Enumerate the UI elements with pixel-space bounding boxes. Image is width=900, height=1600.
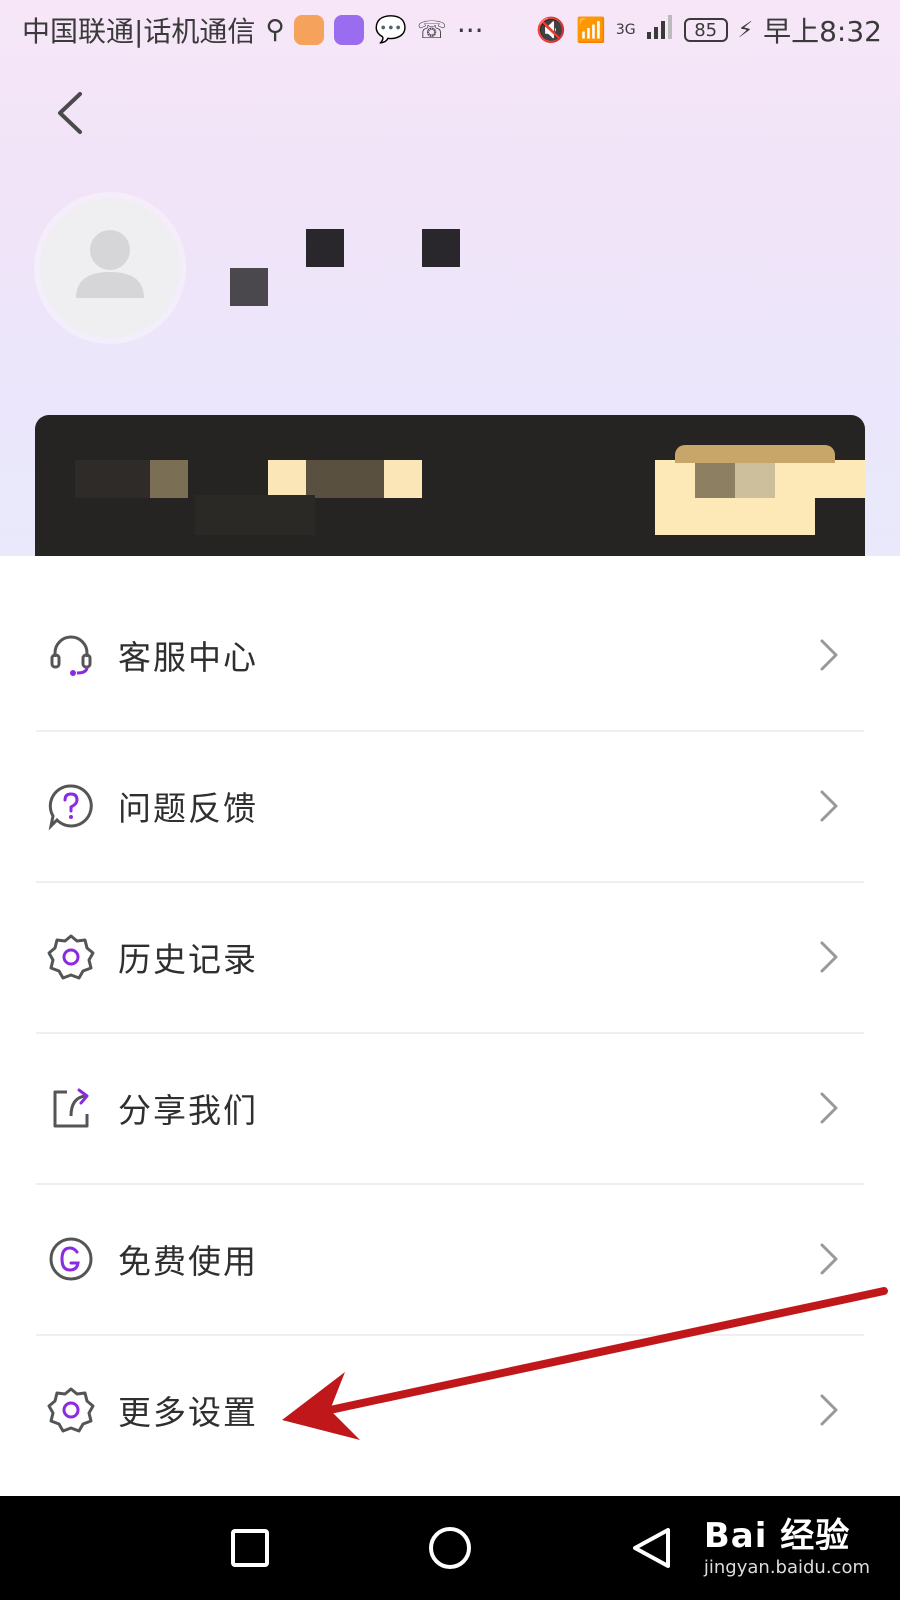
recents-button[interactable] — [230, 1528, 270, 1572]
carrier-text: 中国联通|话机通信 — [22, 15, 256, 48]
watermark-brand: Bai 经验 — [703, 1516, 851, 1556]
chevron-right-icon — [814, 635, 844, 675]
square-icon — [231, 1529, 269, 1567]
share-icon — [46, 1083, 96, 1133]
gear-icon — [46, 932, 96, 982]
menu-item-history[interactable]: 历史记录 — [36, 882, 864, 1032]
menu-item-label: 更多设置 — [118, 1393, 258, 1432]
menu-item-share[interactable]: 分享我们 — [36, 1033, 864, 1183]
gear-icon — [46, 1385, 96, 1435]
charging-icon: ⚡ — [737, 17, 754, 43]
chevron-right-icon — [814, 786, 844, 826]
message-icon: 💬 — [374, 15, 407, 45]
battery-level: 85 — [694, 19, 718, 41]
menu-item-more-settings[interactable]: 更多设置 — [36, 1335, 864, 1485]
signal-icon — [646, 14, 674, 47]
default-user-icon — [76, 230, 144, 298]
baidu-jingyan-watermark: Bai 经验 jingyan.baidu.com — [704, 1508, 870, 1578]
menu-item-label: 历史记录 — [118, 940, 258, 979]
video-app-icon — [294, 15, 325, 45]
more-icon: ··· — [456, 13, 484, 47]
home-button[interactable] — [428, 1526, 472, 1574]
missed-call-icon: ☏ — [416, 16, 447, 44]
chevron-right-icon — [814, 1239, 844, 1279]
avatar[interactable] — [40, 198, 180, 338]
menu-item-label: 分享我们 — [118, 1091, 258, 1130]
back-nav-button[interactable] — [630, 1526, 672, 1574]
usb-icon: ⚲ — [265, 15, 285, 45]
chevron-right-icon — [814, 1390, 844, 1430]
menu-item-label: 免费使用 — [118, 1242, 258, 1281]
menu-item-label: 客服中心 — [118, 638, 258, 677]
headset-icon — [46, 630, 96, 680]
menu-item-feedback[interactable]: 问题反馈 — [36, 731, 864, 881]
g-circle-icon — [46, 1234, 96, 1284]
network-type: 3G — [615, 22, 636, 38]
back-button[interactable] — [50, 88, 94, 138]
menu-item-customer-service[interactable]: 客服中心 — [36, 580, 864, 730]
menu-item-label: 问题反馈 — [118, 789, 258, 828]
browser-app-icon — [334, 15, 365, 45]
chevron-right-icon — [814, 937, 844, 977]
wifi-icon: 📶 — [576, 16, 606, 44]
vip-card[interactable] — [35, 415, 865, 560]
menu-item-free-use[interactable]: 免费使用 — [36, 1184, 864, 1334]
circle-icon — [429, 1527, 471, 1569]
clock: 早上8:32 — [763, 15, 882, 48]
question-bubble-icon — [46, 781, 96, 831]
triangle-back-icon — [633, 1528, 670, 1568]
battery-icon: 85 — [683, 18, 728, 42]
watermark-url: jingyan.baidu.com — [703, 1557, 870, 1578]
status-bar: 中国联通|话机通信 ⚲ 💬 ☏ ··· 🔇 📶 3G 85 ⚡ 早上8:32 — [0, 0, 900, 60]
mute-icon: 🔇 — [536, 16, 566, 44]
chevron-right-icon — [814, 1088, 844, 1128]
back-arrow-icon — [58, 92, 82, 134]
